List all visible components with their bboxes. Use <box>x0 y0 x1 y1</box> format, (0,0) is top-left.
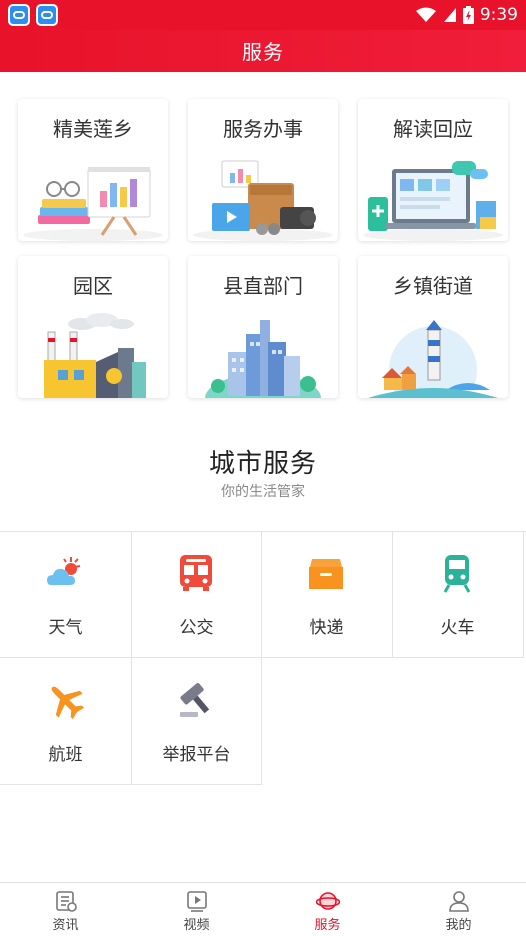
service-label: 举报平台 <box>162 745 231 765</box>
card-title: 县直部门 <box>223 274 303 298</box>
gavel-icon <box>180 682 210 717</box>
service-weather[interactable]: 天气 <box>0 531 131 657</box>
service-bus[interactable]: 公交 <box>131 531 262 657</box>
tab-label: 我的 <box>445 918 472 933</box>
section-title: 城市服务 <box>208 449 317 479</box>
tab-news[interactable]: 资讯 <box>0 883 131 936</box>
service-label: 快递 <box>309 618 344 638</box>
person-icon <box>449 891 469 912</box>
app-notification-icon <box>36 4 58 26</box>
tab-label: 视频 <box>183 918 210 933</box>
grid-divider <box>523 531 524 657</box>
card-service-affairs[interactable]: 服务办事 <box>188 99 338 241</box>
notification-icons <box>8 4 58 26</box>
card-interpretation[interactable]: 解读回应 <box>358 99 508 241</box>
app-header: 服务 <box>0 30 526 72</box>
presentation-board-illustration <box>23 167 163 241</box>
city-buildings-illustration <box>205 320 321 398</box>
card-title: 园区 <box>73 274 113 298</box>
app-notification-icon <box>8 4 30 26</box>
service-flight[interactable]: 航班 <box>0 658 131 784</box>
service-report-platform[interactable]: 举报平台 <box>131 658 262 784</box>
tab-service[interactable]: 服务 <box>262 883 393 936</box>
tab-label: 资讯 <box>52 918 79 933</box>
card-title: 服务办事 <box>223 117 303 141</box>
status-bar: 9:39 <box>0 0 526 30</box>
service-express[interactable]: 快递 <box>261 531 392 657</box>
office-items-illustration <box>193 160 333 241</box>
airplane-icon <box>51 686 85 720</box>
card-towns-streets[interactable]: 乡镇街道 <box>358 256 508 398</box>
card-county-departments[interactable]: 县直部门 <box>188 256 338 398</box>
factory-illustration <box>44 313 146 398</box>
service-label: 火车 <box>440 618 475 638</box>
status-indicators: 9:39 <box>415 4 518 26</box>
tab-mine[interactable]: 我的 <box>393 883 524 936</box>
tab-video[interactable]: 视频 <box>131 883 262 936</box>
laptop-dashboard-illustration <box>363 161 503 241</box>
bottom-tab-bar: 资讯 视频 服务 我的 <box>0 882 526 935</box>
battery-icon <box>462 6 474 24</box>
seaside-town-illustration <box>368 320 498 398</box>
tab-label: 服务 <box>314 918 341 933</box>
grid-divider <box>0 784 262 785</box>
signal-icon <box>443 8 456 22</box>
card-park[interactable]: 园区 <box>18 256 168 398</box>
express-box-icon <box>309 559 343 589</box>
card-title: 精美莲乡 <box>53 117 133 141</box>
wifi-icon <box>415 7 436 22</box>
section-subtitle: 你的生活管家 <box>221 484 305 500</box>
card-scenic[interactable]: 精美莲乡 <box>18 99 168 241</box>
page-title: 服务 <box>242 40 284 64</box>
clock: 9:39 <box>479 5 518 25</box>
bus-icon <box>180 555 212 591</box>
service-train[interactable]: 火车 <box>392 531 523 657</box>
news-icon <box>56 891 77 912</box>
card-title: 乡镇街道 <box>393 274 473 298</box>
service-label: 公交 <box>179 618 214 638</box>
service-label: 航班 <box>48 745 83 765</box>
train-icon <box>443 555 471 593</box>
planet-icon <box>316 892 340 910</box>
weather-icon <box>47 557 81 585</box>
card-title: 解读回应 <box>393 117 473 141</box>
service-label: 天气 <box>48 618 83 638</box>
video-icon <box>187 891 207 912</box>
